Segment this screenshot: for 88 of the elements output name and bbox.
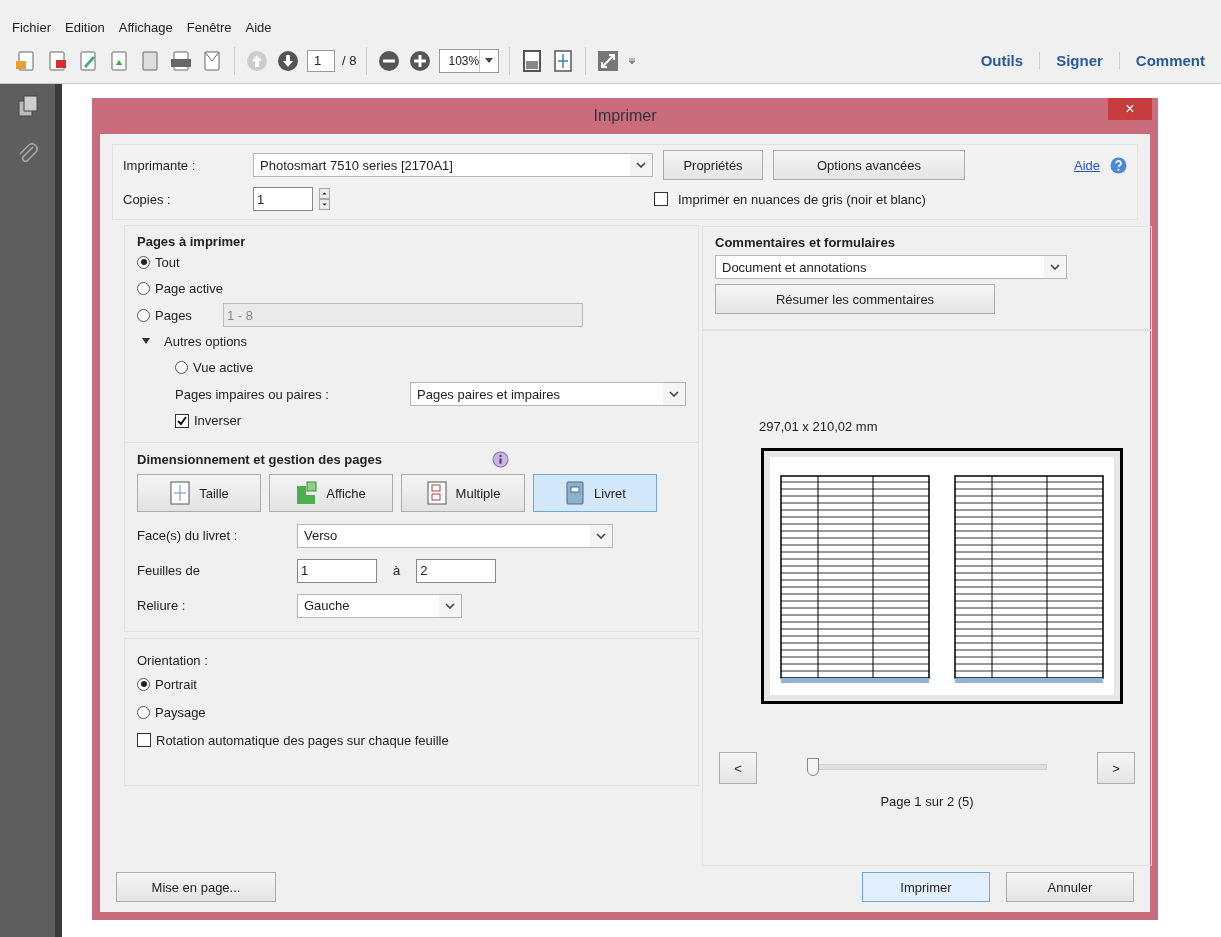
radio-button[interactable]: [137, 282, 150, 296]
chevron-down-icon[interactable]: [1050, 264, 1060, 270]
page-slider[interactable]: [807, 758, 1047, 778]
radio-label: Vue active: [193, 360, 254, 376]
info-icon[interactable]: [491, 451, 509, 468]
caret-down-icon[interactable]: [484, 57, 495, 64]
zoom-in-icon[interactable]: [408, 48, 433, 73]
summarize-comments-button[interactable]: Résumer les commentaires: [715, 284, 995, 314]
properties-button[interactable]: Propriétés: [663, 150, 763, 180]
previous-page-button[interactable]: <: [719, 752, 757, 784]
grayscale-label: Imprimer en nuances de gris (noir et blanc): [678, 191, 926, 207]
advanced-options-button[interactable]: Options avancées: [773, 150, 965, 180]
tiles-icon: [296, 481, 319, 505]
page-count-label: Page 1 sur 2 (5): [880, 794, 974, 809]
booklet-sides-label: Face(s) du livret :: [137, 528, 239, 543]
radio-button[interactable]: [137, 677, 150, 691]
menu-item[interactable]: Fenêtre: [186, 20, 232, 35]
sizing-mode-button[interactable]: Livret: [533, 474, 657, 512]
dialog-title: Imprimer: [593, 107, 657, 125]
printer-dropdown[interactable]: Photosmart 7510 series [2170A1]: [253, 153, 653, 177]
sizing-mode-button[interactable]: Multiple: [401, 474, 525, 512]
odd-even-label: Pages impaires ou paires :: [175, 386, 330, 402]
chevron-down-icon[interactable]: [636, 162, 646, 168]
menu-item[interactable]: Affichage: [118, 20, 173, 35]
comments-dropdown[interactable]: Document et annotations: [715, 255, 1067, 279]
section-title: Commentaires et formulaires: [715, 235, 896, 250]
reverse-label: Inverser: [194, 413, 241, 429]
help-icon[interactable]: [1110, 156, 1127, 174]
page-total: / 8: [342, 53, 357, 68]
radio-label: Pages: [155, 307, 192, 323]
multiple-pages-icon: [425, 481, 448, 505]
chevron-down-icon[interactable]: [669, 391, 679, 398]
sheets-from-field[interactable]: 1: [297, 558, 377, 583]
radio-button[interactable]: [137, 255, 150, 269]
zoom-dropdown[interactable]: 103%: [439, 48, 500, 73]
radio-button[interactable]: [175, 361, 188, 375]
overflow-icon[interactable]: [627, 55, 638, 66]
next-page-button[interactable]: >: [1097, 752, 1135, 784]
help-link[interactable]: Aide: [1073, 157, 1100, 173]
binding-dropdown[interactable]: Gauche: [297, 593, 462, 618]
binding-label: Reliure :: [137, 598, 187, 613]
reverse-checkbox[interactable]: [175, 413, 189, 428]
paper-size-label: 297,01 x 210,02 mm: [759, 419, 878, 434]
sizing-mode-button[interactable]: Taille: [137, 474, 261, 512]
sheets-to-label: à: [393, 563, 401, 578]
section-title: Pages à imprimer: [137, 234, 247, 249]
full-screen-icon[interactable]: [596, 48, 621, 73]
grayscale-checkbox[interactable]: [654, 192, 668, 206]
toolbar-tab[interactable]: Signer: [1039, 52, 1119, 69]
print-icon[interactable]: [169, 48, 193, 73]
page-setup-button[interactable]: Mise en page...: [116, 872, 276, 902]
sheets-label: Feuilles de: [137, 563, 201, 578]
sheets-to-field[interactable]: 2: [416, 558, 497, 583]
booklet-sides-dropdown[interactable]: Verso: [297, 523, 613, 548]
radio-button[interactable]: [137, 308, 150, 322]
toolbar-tab[interactable]: Outils: [964, 52, 1040, 69]
printer-label: Imprimante :: [123, 157, 197, 173]
toolbar-tab[interactable]: Comment: [1118, 52, 1221, 69]
menu-item[interactable]: Fichier: [12, 20, 51, 35]
chevron-down-icon[interactable]: [445, 602, 455, 609]
orientation-label: Orientation :: [137, 653, 209, 668]
print-button[interactable]: Imprimer: [862, 872, 990, 902]
menu-item[interactable]: Edition: [65, 20, 105, 35]
slider-thumb[interactable]: [807, 758, 819, 776]
sizing-mode-button[interactable]: Affiche: [269, 474, 393, 512]
section-title: Dimensionnement et gestion des pages: [137, 452, 382, 467]
booklet-icon: [564, 481, 587, 505]
radio-label: Tout: [155, 254, 180, 270]
radio-label: Page active: [155, 281, 223, 297]
cancel-button[interactable]: Annuler: [1006, 872, 1134, 902]
spinner-icon[interactable]: [319, 188, 330, 210]
page-number-field[interactable]: 1: [307, 49, 335, 72]
radio-label: Portrait: [155, 676, 197, 692]
odd-even-dropdown[interactable]: Pages paires et impaires: [410, 382, 686, 407]
copies-field[interactable]: 1: [253, 187, 313, 211]
resize-icon: [169, 481, 192, 505]
radio-button[interactable]: [137, 705, 150, 719]
auto-rotate-label: Rotation automatique des pages sur chaque feuille: [156, 732, 449, 748]
arrow-down-icon[interactable]: [276, 48, 300, 73]
menu-item[interactable]: Aide: [245, 20, 272, 35]
copies-label: Copies :: [123, 191, 172, 207]
chevron-down-icon[interactable]: [596, 532, 606, 539]
zoom-out-icon[interactable]: [377, 48, 402, 73]
pages-icon[interactable]: [15, 94, 40, 118]
close-button[interactable]: ×: [1108, 98, 1152, 120]
auto-rotate-checkbox[interactable]: [137, 733, 151, 747]
more-options-label: Autres options: [164, 333, 248, 349]
radio-label: Paysage: [155, 704, 206, 720]
